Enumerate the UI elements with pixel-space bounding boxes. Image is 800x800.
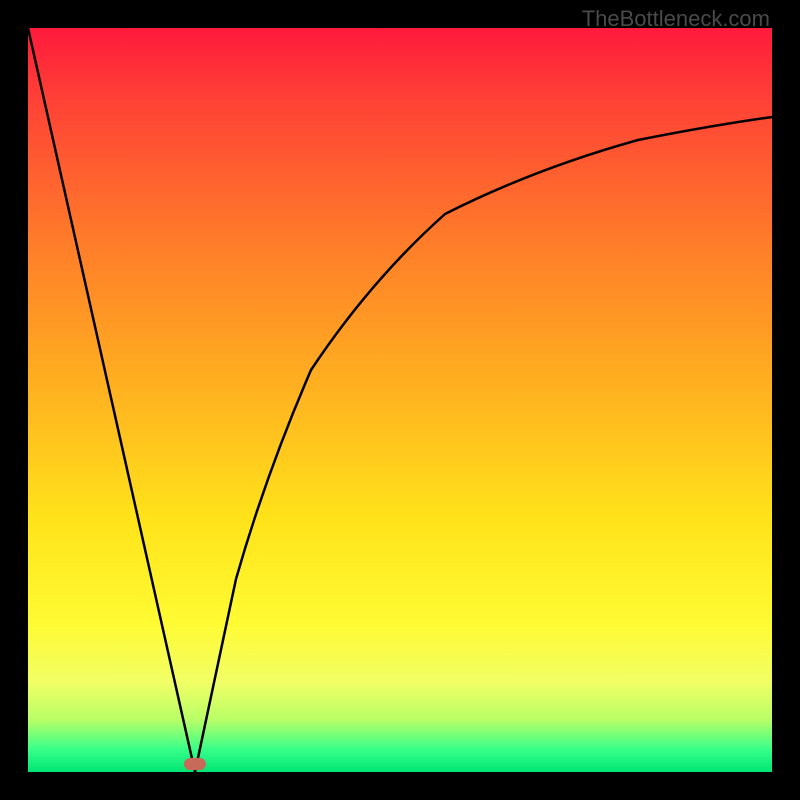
- bottleneck-curve: [28, 28, 772, 772]
- watermark-text: TheBottleneck.com: [582, 6, 770, 32]
- curve-left-branch: [28, 28, 195, 772]
- curve-right-branch: [195, 117, 772, 772]
- chart-frame: TheBottleneck.com: [0, 0, 800, 800]
- trough-marker: [184, 758, 206, 770]
- plot-area: [28, 28, 772, 772]
